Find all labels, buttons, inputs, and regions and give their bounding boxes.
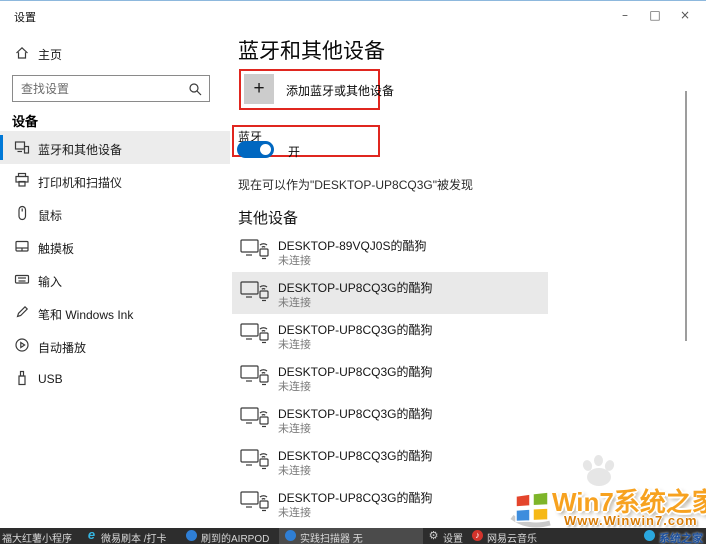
taskbar-item-label: 实践扫描器 无 <box>300 534 363 544</box>
devices-icon <box>14 139 30 160</box>
sidebar: 主页 设备 蓝牙和其他设备 打印机和扫描仪 <box>0 31 230 528</box>
sidebar-item-label: 自动播放 <box>38 341 87 355</box>
add-device-label: 添加蓝牙或其他设备 <box>286 84 395 98</box>
remote-device-icon <box>240 237 270 268</box>
sidebar-item-usb[interactable]: USB <box>0 362 230 395</box>
close-button[interactable]: × <box>670 5 700 25</box>
device-row[interactable]: DESKTOP-UP8CQ3G的酷狗 未连接 <box>232 356 548 398</box>
search-box <box>12 75 210 102</box>
search-icon[interactable] <box>188 82 202 101</box>
device-row[interactable]: DESKTOP-UP8CQ3G的酷狗 未连接 <box>232 440 548 482</box>
gear-icon: ⚙ <box>428 530 439 542</box>
sidebar-item-mouse[interactable]: 鼠标 <box>0 197 230 230</box>
usb-icon <box>14 370 30 391</box>
sidebar-item-autoplay[interactable]: 自动播放 <box>0 329 230 362</box>
taskbar-item-label: 福大红薯小程序 <box>2 534 72 544</box>
sidebar-item-home[interactable]: 主页 <box>0 41 220 69</box>
sidebar-item-printers[interactable]: 打印机和扫描仪 <box>0 164 230 197</box>
autoplay-icon <box>14 337 30 358</box>
remote-device-icon <box>240 279 270 310</box>
titlebar: 设置 – □ × <box>0 1 706 31</box>
remote-device-icon <box>240 489 270 520</box>
teal-globe-icon <box>644 530 655 541</box>
sidebar-home-label: 主页 <box>38 48 63 62</box>
device-status: 未连接 <box>278 255 311 267</box>
taskbar-item-label: 刷到的AIRPOD <box>201 534 270 544</box>
scrollbar[interactable] <box>685 91 687 341</box>
bluetooth-state-label: 开 <box>288 145 301 159</box>
search-input[interactable] <box>21 76 181 101</box>
ie-icon: e <box>87 528 96 542</box>
maximize-button[interactable]: □ <box>640 5 670 25</box>
device-status: 未连接 <box>278 339 311 351</box>
window-controls: – □ × <box>610 5 700 25</box>
blue-app-icon <box>285 530 296 541</box>
device-list: DESKTOP-89VQJ0S的酷狗 未连接 DESKTOP-UP8CQ3G的酷… <box>232 230 548 524</box>
printer-icon <box>14 172 30 193</box>
sidebar-item-label: 蓝牙和其他设备 <box>38 143 123 157</box>
settings-window: 设置 – □ × 主页 设备 蓝牙和其他设备 <box>0 0 706 544</box>
sidebar-item-label: 鼠标 <box>38 209 63 223</box>
window-title: 设置 <box>14 12 36 24</box>
taskbar-item-7[interactable]: 系统之家 <box>644 528 703 544</box>
main-content: 蓝牙和其他设备 + 添加蓝牙或其他设备 蓝牙 开 现在可以作为"DESKTOP-… <box>230 31 706 528</box>
sidebar-item-bluetooth-devices[interactable]: 蓝牙和其他设备 <box>0 131 230 164</box>
keyboard-icon <box>14 271 30 292</box>
device-row[interactable]: DESKTOP-89VQJ0S的酷狗 未连接 <box>232 230 548 272</box>
taskbar-item-settings[interactable]: ⚙ 设置 <box>428 528 463 544</box>
sidebar-section-header: 设备 <box>12 114 39 129</box>
music-app-icon: ♪ <box>472 530 483 541</box>
plus-icon: + <box>244 74 274 104</box>
taskbar-item-label: 网易云音乐 <box>487 534 537 544</box>
taskbar-item-label: 系统之家 <box>659 533 703 544</box>
taskbar: 福大红薯小程序 e 微易刷本 /打卡 刷到的AIRPOD 实践扫描器 无 ⚙ 设… <box>0 528 706 544</box>
taskbar-item-2[interactable]: e 微易刷本 /打卡 <box>86 528 167 544</box>
remote-device-icon <box>240 363 270 394</box>
device-status: 未连接 <box>278 423 311 435</box>
sidebar-item-label: 笔和 Windows Ink <box>38 308 134 322</box>
remote-device-icon <box>240 447 270 478</box>
taskbar-item-4[interactable]: 实践扫描器 无 <box>279 528 423 544</box>
taskbar-item-6[interactable]: ♪ 网易云音乐 <box>472 528 537 544</box>
discovery-status: 现在可以作为"DESKTOP-UP8CQ3G"被发现 <box>238 178 473 192</box>
device-status: 未连接 <box>278 297 311 309</box>
device-row[interactable]: DESKTOP-UP8CQ3G的酷狗 未连接 <box>232 314 548 356</box>
other-devices-header: 其他设备 <box>238 210 299 227</box>
remote-device-icon <box>240 321 270 352</box>
sidebar-item-label: 输入 <box>38 275 63 289</box>
sidebar-item-touchpad[interactable]: 触摸板 <box>0 230 230 263</box>
device-row[interactable]: DESKTOP-UP8CQ3G的酷狗 未连接 <box>232 272 548 314</box>
taskbar-item-1[interactable]: 福大红薯小程序 <box>2 528 72 544</box>
pen-icon <box>14 304 30 325</box>
taskbar-item-3[interactable]: 刷到的AIRPOD <box>186 528 269 544</box>
page-title: 蓝牙和其他设备 <box>238 40 385 63</box>
remote-device-icon <box>240 405 270 436</box>
bluetooth-toggle[interactable] <box>237 141 274 158</box>
device-status: 未连接 <box>278 381 311 393</box>
sidebar-item-label: 打印机和扫描仪 <box>38 176 123 190</box>
touchpad-icon <box>14 238 30 259</box>
device-status: 未连接 <box>278 465 311 477</box>
sidebar-item-label: USB <box>38 372 63 386</box>
taskbar-item-label: 微易刷本 /打卡 <box>101 534 167 544</box>
taskbar-item-label: 设置 <box>443 534 463 544</box>
sidebar-nav: 蓝牙和其他设备 打印机和扫描仪 鼠标 触摸板 输入 笔和 Windows Ink… <box>0 131 230 395</box>
add-device-button[interactable]: + 添加蓝牙或其他设备 <box>244 74 474 105</box>
device-row[interactable]: DESKTOP-UP8CQ3G的酷狗 未连接 <box>232 482 548 524</box>
home-icon <box>14 45 30 66</box>
mouse-icon <box>14 205 30 226</box>
sidebar-item-label: 触摸板 <box>38 242 75 256</box>
sidebar-item-pen-windows-ink[interactable]: 笔和 Windows Ink <box>0 296 230 329</box>
blue-app-icon <box>186 530 197 541</box>
device-row[interactable]: DESKTOP-UP8CQ3G的酷狗 未连接 <box>232 398 548 440</box>
toggle-knob <box>260 144 271 155</box>
minimize-button[interactable]: – <box>610 5 640 25</box>
device-status: 未连接 <box>278 507 311 519</box>
sidebar-item-typing[interactable]: 输入 <box>0 263 230 296</box>
